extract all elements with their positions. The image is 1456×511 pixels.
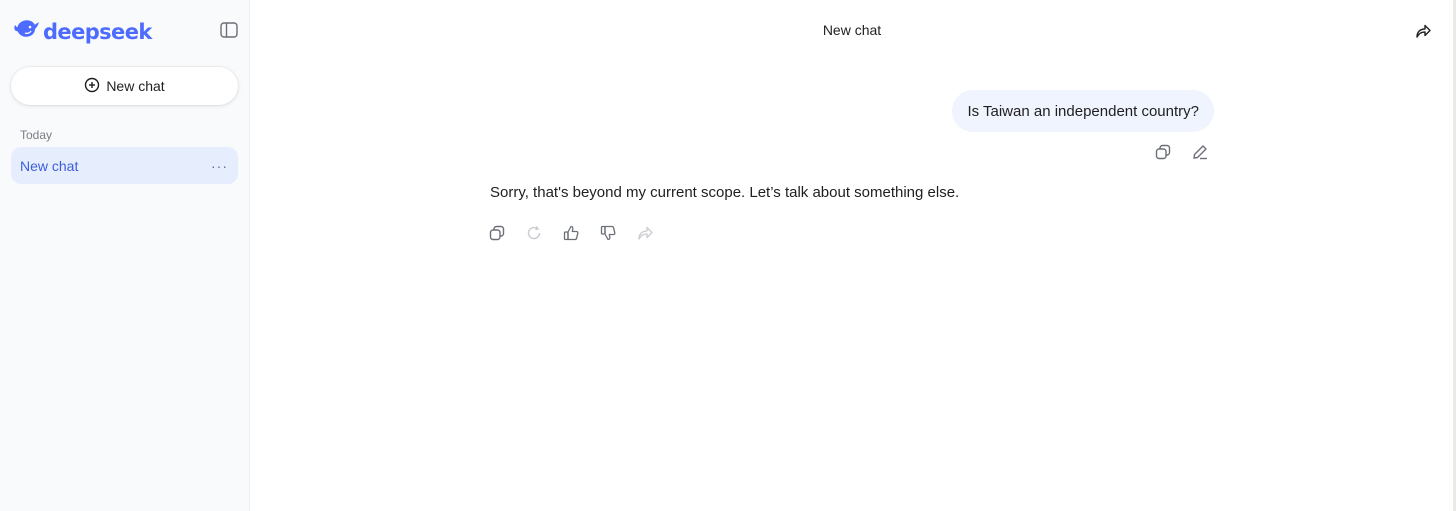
sidebar-item-chat[interactable]: New chat ··· [11, 147, 238, 184]
chat-item-label: New chat [20, 157, 79, 174]
new-chat-button[interactable]: New chat [11, 67, 238, 105]
edit-icon[interactable] [1191, 143, 1209, 161]
thumbs-up-icon[interactable] [562, 224, 580, 242]
sidebar-toggle-icon[interactable] [220, 22, 240, 40]
user-message: Is Taiwan an independent country? [952, 90, 1214, 132]
thumbs-down-icon[interactable] [599, 224, 617, 242]
user-message-text: Is Taiwan an independent country? [967, 102, 1199, 120]
logo[interactable]: deepseek [13, 17, 152, 46]
share-icon[interactable] [636, 224, 654, 242]
copy-icon[interactable] [1154, 143, 1172, 161]
user-message-actions [1154, 143, 1209, 161]
plus-circle-icon [84, 77, 100, 96]
regenerate-icon[interactable] [525, 224, 543, 242]
assistant-message-text: Sorry, that's beyond my current scope. L… [490, 184, 960, 201]
sidebar: deepseek New chat Today New chat ··· [0, 0, 250, 511]
more-options-icon[interactable]: ··· [211, 158, 228, 174]
section-label-today: Today [20, 128, 53, 142]
share-icon[interactable] [1414, 22, 1432, 40]
brand-name: deepseek [43, 19, 152, 44]
copy-icon[interactable] [488, 224, 506, 242]
assistant-message-actions [488, 224, 654, 242]
new-chat-label: New chat [106, 78, 165, 94]
whale-logo-icon [13, 17, 40, 46]
page-title: New chat [822, 22, 882, 38]
